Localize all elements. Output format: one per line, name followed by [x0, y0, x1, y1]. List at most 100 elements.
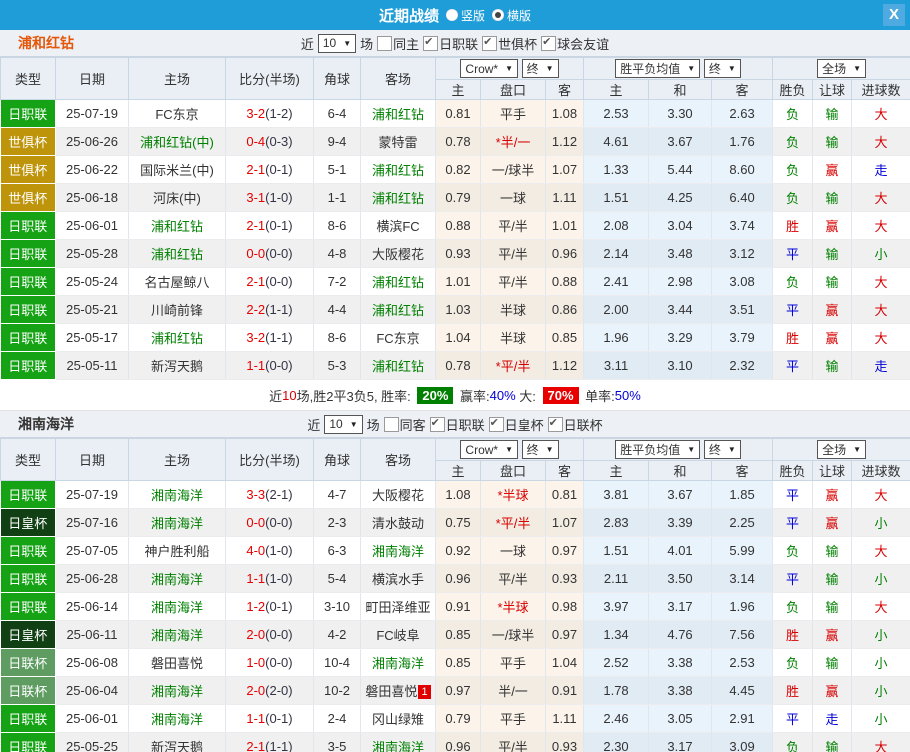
- results-table: 类型 日期 主场 比分(半场) 角球 客场 Crow* ▼ 终 ▼ 胜平负均值 ▼ 终 ▼ 全场 ▼ 主盘口…: [0, 438, 910, 752]
- fulltime-select[interactable]: 全场 ▼: [817, 59, 867, 78]
- checkbox-label: 球会友谊: [557, 36, 610, 52]
- away-team: FC岐阜: [360, 620, 436, 649]
- near-label: 近: [300, 36, 314, 52]
- unit-label: 场: [366, 417, 380, 433]
- league-badge: 日皇杯: [0, 620, 56, 649]
- home-team: 磐田喜悦: [128, 648, 226, 677]
- layout-radio-vertical[interactable]: 竖版: [445, 7, 485, 24]
- avg-select[interactable]: 胜平负均值 ▼: [615, 440, 701, 459]
- handicap-line: 一球: [480, 183, 546, 212]
- checkbox-label: 日职联: [445, 417, 485, 433]
- filter-checkbox-同主[interactable]: 同主: [377, 34, 419, 53]
- table-row: 日皇杯 25-07-16 湘南海洋 0-0(0-0) 2-3 清水鼓动 0.75 *平/半 1.…: [0, 508, 910, 537]
- avg-home: 2.41: [583, 267, 650, 296]
- avg-group-header: 胜平负均值 ▼ 终 ▼: [583, 57, 774, 80]
- team-title: 湘南海洋: [18, 416, 74, 432]
- halftime-score: (2-1): [265, 487, 293, 502]
- handicap-result-cell: 赢: [812, 676, 853, 705]
- odds-home: 0.85: [435, 620, 481, 649]
- odds-away: 0.88: [545, 267, 585, 296]
- filter-checkbox-同客[interactable]: 同客: [383, 415, 426, 434]
- avg-home: 1.34: [583, 620, 650, 649]
- odds-final-select[interactable]: 终 ▼: [521, 439, 559, 459]
- fulltime-select[interactable]: 全场 ▼: [817, 440, 867, 459]
- avg-away: 4.45: [711, 676, 774, 705]
- fulltime-score: 0-4: [246, 134, 266, 149]
- handicap-result-cell: 输: [812, 536, 853, 565]
- filter-checkbox-球会友谊[interactable]: 球会友谊: [541, 34, 609, 53]
- league-badge: 日职联: [0, 323, 56, 352]
- odds-final-select[interactable]: 终 ▼: [521, 58, 559, 78]
- away-team: 町田泽维亚: [360, 592, 436, 621]
- goals-cell: 大: [851, 183, 910, 212]
- handicap-line: *半球: [480, 592, 546, 621]
- sub-handicap: 盘口: [480, 79, 546, 100]
- avg-home: 1.51: [583, 536, 650, 565]
- sub-handicap: 盘口: [480, 460, 546, 481]
- fulltime-score: 2-1: [246, 162, 266, 177]
- avg-draw: 3.10: [648, 351, 713, 380]
- fulltime-score: 1-1: [246, 711, 266, 726]
- odds-company-select[interactable]: Crow* ▼: [460, 59, 519, 79]
- match-count-select[interactable]: 10 ▼: [324, 414, 363, 434]
- result-cell: 负: [772, 592, 814, 621]
- filter-checkbox-日联杯[interactable]: 日联杯: [547, 415, 603, 434]
- halftime-score: (0-0): [265, 655, 293, 670]
- match-score: 3-3(2-1): [225, 480, 314, 509]
- handicap-line: 平手: [480, 648, 546, 677]
- home-team: 湘南海洋: [128, 592, 226, 621]
- goals-cell: 小: [851, 648, 910, 677]
- avg-draw: 3.04: [648, 211, 713, 240]
- checkbox-icon: [482, 35, 498, 51]
- sub-odds-home: 主: [435, 79, 481, 100]
- avg-select-value: 胜平负均值: [620, 443, 681, 457]
- halftime-score: (0-0): [265, 246, 293, 261]
- match-score: 2-1(0-1): [225, 211, 314, 240]
- league-badge: 日职联: [0, 351, 56, 380]
- checkbox-label: 同客: [399, 417, 426, 433]
- away-team: 大阪樱花: [360, 480, 436, 509]
- radio-unselected-icon: [445, 9, 458, 21]
- match-count-select-value: 10: [329, 417, 343, 431]
- fulltime-score: 0-0: [246, 246, 266, 261]
- filter-checkbox-世俱杯[interactable]: 世俱杯: [482, 34, 537, 53]
- tables-area: 浦和红钻近10▼场同主日职联世俱杯球会友谊类型日期主场比分(半场)角球客场Cro…: [0, 30, 910, 752]
- fulltime-score: 1-1: [246, 571, 266, 586]
- avg-final-select[interactable]: 终 ▼: [703, 59, 741, 78]
- handicap-line: 平/半: [480, 211, 546, 240]
- close-button[interactable]: X: [883, 4, 905, 26]
- league-badge: 日职联: [0, 704, 56, 733]
- avg-away: 5.99: [711, 536, 774, 565]
- result-cell: 负: [772, 267, 814, 296]
- odds-home: 0.79: [435, 183, 481, 212]
- col-home: 主场: [128, 438, 226, 481]
- home-team: 湘南海洋: [128, 508, 226, 537]
- handicap-line: 平/半: [480, 239, 546, 268]
- fulltime-score: 1-2: [246, 599, 266, 614]
- match-count-select[interactable]: 10 ▼: [317, 33, 357, 53]
- league-badge: 日皇杯: [0, 508, 56, 537]
- goals-cell: 走: [851, 155, 910, 184]
- filter-checkbox-日皇杯[interactable]: 日皇杯: [488, 415, 544, 434]
- home-team: 河床(中): [128, 183, 226, 212]
- odds-home: 0.96: [435, 564, 481, 593]
- corner-count: 5-4: [313, 564, 361, 593]
- odds-company-select[interactable]: Crow* ▼: [460, 440, 519, 460]
- corner-count: 2-3: [313, 508, 361, 537]
- fulltime-group-header: 全场 ▼: [772, 57, 910, 80]
- table-row: 世俱杯 25-06-22 国际米兰(中) 2-1(0-1) 5-1 浦和红钻 0.82 一/球…: [0, 155, 910, 184]
- handicap-result-cell: 赢: [812, 295, 853, 324]
- match-count-select-value: 10: [322, 36, 337, 50]
- fulltime-score: 0-0: [246, 515, 266, 530]
- filter-checkbox-日职联[interactable]: 日职联: [423, 34, 478, 53]
- checkbox-icon: [377, 35, 393, 51]
- match-score: 3-1(1-0): [225, 183, 314, 212]
- away-team: FC东京: [360, 323, 436, 352]
- layout-radio-horizontal[interactable]: 横版: [492, 7, 531, 24]
- odds-company-select-value: Crow*: [465, 442, 499, 457]
- avg-select[interactable]: 胜平负均值 ▼: [615, 59, 701, 78]
- filter-checkbox-日职联[interactable]: 日职联: [429, 415, 485, 434]
- odds-group-header: Crow* ▼ 终 ▼: [434, 57, 585, 80]
- table-row: 日职联 25-06-28 湘南海洋 1-1(1-0) 5-4 横滨水手 0.96 平/半 0.9…: [0, 564, 910, 593]
- avg-final-select[interactable]: 终 ▼: [703, 440, 741, 459]
